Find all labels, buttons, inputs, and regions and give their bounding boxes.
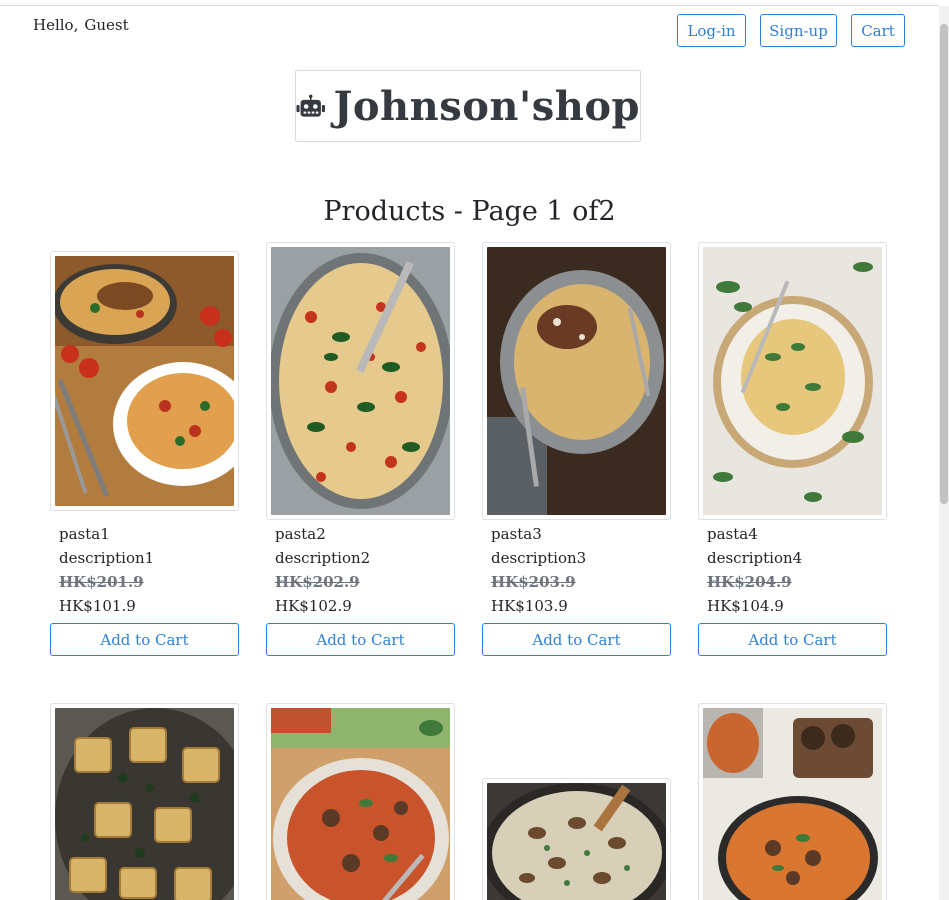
product-image[interactable] bbox=[266, 242, 455, 520]
product-description: description1 bbox=[59, 549, 155, 567]
greeting: Hello, Guest bbox=[33, 16, 129, 34]
signup-button[interactable]: Sign-up bbox=[760, 14, 837, 47]
greeting-username: Guest bbox=[84, 16, 129, 34]
login-button[interactable]: Log-in bbox=[677, 14, 746, 47]
product-image[interactable] bbox=[266, 703, 455, 900]
product-image[interactable] bbox=[482, 778, 671, 900]
top-divider bbox=[0, 5, 939, 6]
robot-icon bbox=[296, 94, 325, 117]
product-info: pasta2 description2 HK$202.9 HK$102.9 bbox=[275, 522, 370, 618]
product-price: HK$101.9 bbox=[59, 597, 136, 615]
product-old-price: HK$204.9 bbox=[707, 573, 792, 591]
product-old-price: HK$203.9 bbox=[491, 573, 576, 591]
shop-name: Johnson'shop bbox=[333, 82, 640, 130]
product-image[interactable] bbox=[482, 242, 671, 520]
product-description: description4 bbox=[707, 549, 803, 567]
product-name: pasta1 bbox=[59, 525, 110, 543]
product-image[interactable] bbox=[50, 251, 239, 511]
product-price: HK$103.9 bbox=[491, 597, 568, 615]
product-image[interactable] bbox=[698, 242, 887, 520]
page-title: Products - Page 1 of2 bbox=[323, 196, 616, 227]
greeting-hello: Hello, bbox=[33, 16, 79, 34]
product-old-price: HK$201.9 bbox=[59, 573, 144, 591]
product-info: pasta1 description1 HK$201.9 HK$101.9 bbox=[59, 522, 154, 618]
add-to-cart-button[interactable]: Add to Cart bbox=[50, 623, 239, 656]
product-card: pasta1 description1 HK$201.9 HK$101.9 Ad… bbox=[50, 242, 239, 662]
add-to-cart-button[interactable]: Add to Cart bbox=[698, 623, 887, 656]
product-card: pasta3 description3 HK$203.9 HK$103.9 Ad… bbox=[482, 242, 671, 662]
product-price: HK$104.9 bbox=[707, 597, 784, 615]
product-card: pasta4 description4 HK$204.9 HK$104.9 Ad… bbox=[698, 242, 887, 662]
product-description: description2 bbox=[275, 549, 371, 567]
add-to-cart-button[interactable]: Add to Cart bbox=[482, 623, 671, 656]
product-info: pasta4 description4 HK$204.9 HK$104.9 bbox=[707, 522, 802, 618]
add-to-cart-button[interactable]: Add to Cart bbox=[266, 623, 455, 656]
cart-button[interactable]: Cart bbox=[851, 14, 905, 47]
product-info: pasta3 description3 HK$203.9 HK$103.9 bbox=[491, 522, 586, 618]
product-card: pasta2 description2 HK$202.9 HK$102.9 Ad… bbox=[266, 242, 455, 662]
product-name: pasta2 bbox=[275, 525, 326, 543]
product-old-price: HK$202.9 bbox=[275, 573, 360, 591]
product-image[interactable] bbox=[698, 703, 887, 900]
product-description: description3 bbox=[491, 549, 587, 567]
shop-logo[interactable]: Johnson'shop bbox=[295, 70, 641, 142]
page-scrollbar[interactable] bbox=[939, 6, 949, 900]
scrollbar-thumb[interactable] bbox=[940, 24, 948, 504]
product-image[interactable] bbox=[50, 703, 239, 900]
product-name: pasta3 bbox=[491, 525, 542, 543]
product-price: HK$102.9 bbox=[275, 597, 352, 615]
product-name: pasta4 bbox=[707, 525, 758, 543]
